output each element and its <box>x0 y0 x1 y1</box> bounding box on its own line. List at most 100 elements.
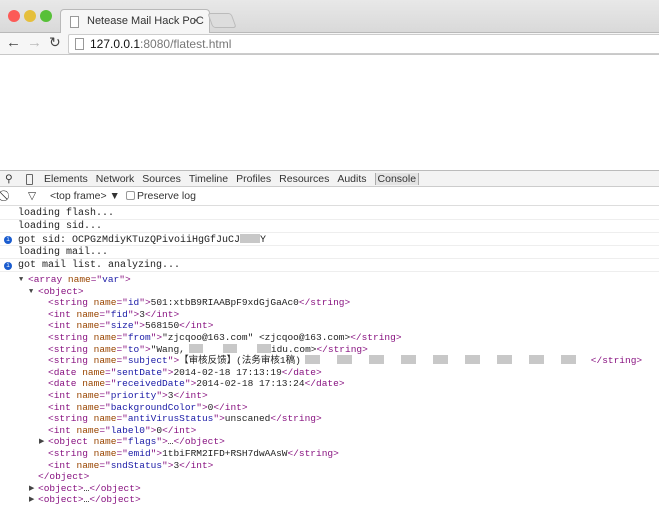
attr-value: sndStatus <box>110 459 163 471</box>
new-tab-button[interactable] <box>207 13 237 28</box>
tag-name: object <box>43 285 78 297</box>
attr-value: label0 <box>110 424 145 436</box>
filter-icon[interactable]: ▽ <box>28 190 36 202</box>
xml-node[interactable]: <string name="to">"Wang, idu.com></string… <box>0 343 659 356</box>
xml-node[interactable]: <int name="size">568150</int> <box>0 320 659 332</box>
xml-node[interactable]: <string name="from">"zjcqoo@163.com" <zj… <box>0 332 659 344</box>
reload-icon[interactable]: ↻ <box>49 34 61 51</box>
attr-eq: =" <box>116 297 128 309</box>
xml-node[interactable]: <int name="priority">3</int> <box>0 390 659 402</box>
tag-name: string <box>53 297 88 309</box>
tab-profiles[interactable]: Profiles <box>236 173 271 185</box>
xml-line: <string name="antiVirusStatus">unscaned<… <box>48 413 322 425</box>
device-mode-icon[interactable] <box>26 174 33 185</box>
close-tag-name: int <box>190 459 208 471</box>
attr-value: backgroundColor <box>110 401 197 413</box>
close-tag-name: date <box>316 378 339 390</box>
xml-node[interactable]: <int name="sndStatus">3</int> <box>0 460 659 472</box>
xml-node[interactable]: <string name="antiVirusStatus">unscaned<… <box>0 413 659 425</box>
close-window-button[interactable] <box>8 10 20 22</box>
redacted-block <box>528 355 544 365</box>
tag-text: > <box>362 343 368 355</box>
attr-eq: =" <box>116 436 128 448</box>
xml-line: <string name="id">501:xtbB9RIAABpF9xdGjG… <box>48 297 350 309</box>
attr-value: fid <box>110 308 128 320</box>
attr-value: emid <box>127 447 151 459</box>
browser-tab[interactable]: Netease Mail Hack PoC × <box>60 9 210 34</box>
close-tab-icon[interactable]: × <box>193 15 199 27</box>
minimize-window-button[interactable] <box>24 10 36 22</box>
collapsed-triangle-icon[interactable]: ▶ <box>29 495 34 507</box>
redacted-block <box>464 355 480 365</box>
xml-node[interactable]: <date name="receivedDate">2014-02-18 17:… <box>0 378 659 390</box>
xml-node[interactable]: <int name="fid">3</int> <box>0 309 659 321</box>
tab-console[interactable]: Console <box>374 173 420 185</box>
url-host: 127.0.0.1 <box>90 37 141 51</box>
redacted-block <box>368 355 384 365</box>
tag-name: string <box>53 447 88 459</box>
xml-node[interactable]: ▼ <object> <box>0 286 659 298</box>
xml-line: <int name="priority">3</int> <box>48 390 208 402</box>
node-text: unscaned <box>224 413 271 425</box>
tag-text: > <box>241 401 248 413</box>
xml-line: <object name="flags">…</object> <box>48 436 225 448</box>
tag-text: </ <box>38 471 50 483</box>
close-tag-name: object <box>184 436 220 448</box>
xml-node[interactable]: ▶ <object>…</object> <box>0 494 659 506</box>
close-tag-name: int <box>156 308 174 320</box>
tab-elements[interactable]: Elements <box>44 173 88 185</box>
tag-text: </ <box>298 297 311 309</box>
attr-value: from <box>127 331 151 343</box>
close-tag-name: int <box>173 424 191 436</box>
tab-title: Netease Mail Hack PoC <box>87 15 204 27</box>
preserve-log-checkbox[interactable]: Preserve log <box>126 190 196 202</box>
attr-name: name <box>93 297 117 309</box>
attr-value: antiVirusStatus <box>127 413 214 425</box>
tag-name: array <box>33 274 63 285</box>
address-bar[interactable]: 127.0.0.1:8080/flatest.html <box>68 34 659 54</box>
xml-line: <object>…</object> <box>38 483 141 495</box>
close-tag-name: int <box>184 389 202 401</box>
tab-audits[interactable]: Audits <box>337 173 366 185</box>
redacted-block <box>432 355 448 365</box>
xml-node[interactable]: <string name="emid">1tbiFRM2IFD+RSH7dwAA… <box>0 448 659 460</box>
xml-node[interactable]: <int name="label0">0</int> <box>0 425 659 437</box>
xml-line: <object> <box>38 286 84 298</box>
attr-value: sentDate <box>116 366 163 378</box>
xml-tree: ▼ <array name="var"> ▼ <object> <string name… <box>0 274 659 506</box>
tab-network[interactable]: Network <box>96 173 135 185</box>
xml-line: <int name="backgroundColor">0</int> <box>48 402 248 414</box>
console-message-text: loading sid... <box>18 221 103 232</box>
xml-node[interactable]: ▼ <array name="var"> <box>0 274 659 286</box>
info-icon: i <box>4 262 12 270</box>
frame-selector[interactable]: <top frame> ▼ <box>50 190 120 202</box>
page-icon <box>70 16 79 28</box>
tag-text: </ <box>173 436 185 448</box>
xml-line: <string name="subject">【审核反馈】(法务审核1稿) </s… <box>48 355 642 367</box>
attr-eq: =" <box>99 459 111 471</box>
tab-resources[interactable]: Resources <box>279 173 329 185</box>
xml-node[interactable]: ▶ <object>…</object> <box>0 483 659 495</box>
forward-icon[interactable]: → <box>27 34 42 51</box>
tab-sources[interactable]: Sources <box>142 173 181 185</box>
xml-node[interactable]: <int name="backgroundColor">0</int> <box>0 402 659 414</box>
xml-node[interactable]: </object> <box>0 471 659 483</box>
tag-text: > <box>207 320 214 332</box>
preserve-log-label: Preserve log <box>137 190 196 202</box>
redacted-block <box>336 355 352 365</box>
attr-value: id <box>127 297 140 309</box>
tag-text: > <box>333 447 339 459</box>
attr-value: subject <box>127 355 168 367</box>
tab-timeline[interactable]: Timeline <box>189 173 228 185</box>
xml-node[interactable]: ▶ <object name="flags">…</object> <box>0 436 659 448</box>
tag-name: object <box>53 436 88 448</box>
maximize-window-button[interactable] <box>40 10 52 22</box>
tag-text: </ <box>281 366 294 378</box>
search-icon[interactable]: ⚲ <box>5 173 13 185</box>
xml-node[interactable]: <date name="sentDate">2014-02-18 17:13:1… <box>0 367 659 379</box>
xml-node[interactable]: <string name="id">501:xtbB9RIAABpF9xdGjG… <box>0 297 659 309</box>
xml-line: </object> <box>38 471 89 483</box>
xml-node[interactable]: <string name="subject">【审核反馈】(法务审核1稿) </s… <box>0 355 659 367</box>
redacted-block <box>496 355 512 365</box>
back-icon[interactable]: ← <box>6 34 21 51</box>
